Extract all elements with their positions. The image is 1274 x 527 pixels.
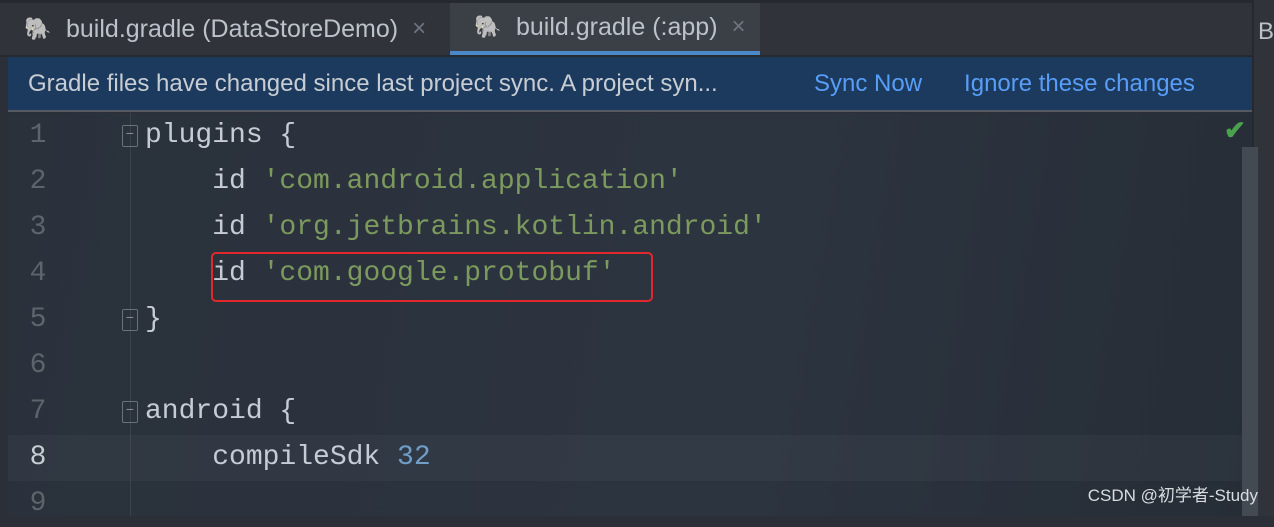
line-number: 3 xyxy=(29,212,47,243)
code-text: id 'org.jetbrains.kotlin.android' xyxy=(145,212,767,243)
ignore-changes-link[interactable]: Ignore these changes xyxy=(964,70,1195,98)
code-line[interactable]: 3 id 'org.jetbrains.kotlin.android' xyxy=(8,205,1252,251)
code-text: } xyxy=(145,304,162,335)
code-line[interactable]: 6 xyxy=(8,343,1252,389)
code-line[interactable]: 7 − android { xyxy=(8,389,1252,435)
tab-build-gradle-project[interactable]: 🐘 build.gradle (DataStoreDemo) × xyxy=(0,3,450,55)
panel-label: B xyxy=(1258,18,1274,45)
line-number: 1 xyxy=(29,120,47,151)
close-icon[interactable]: × xyxy=(732,13,746,41)
code-line[interactable]: 9 xyxy=(8,481,1252,527)
sync-now-link[interactable]: Sync Now xyxy=(814,70,922,98)
fold-icon[interactable]: − xyxy=(122,401,138,423)
fold-icon[interactable]: − xyxy=(122,125,138,147)
gradle-elephant-icon: 🐘 xyxy=(24,16,52,41)
code-text: compileSdk 32 xyxy=(145,442,431,473)
fold-icon[interactable]: − xyxy=(122,309,138,331)
editor-tab-bar: 🐘 build.gradle (DataStoreDemo) × 🐘 build… xyxy=(0,0,1274,57)
close-icon[interactable]: × xyxy=(412,15,426,43)
tab-build-gradle-app[interactable]: 🐘 build.gradle (:app) × xyxy=(450,3,760,55)
line-number: 8 xyxy=(29,442,47,473)
sync-notification-banner: Gradle files have changed since last pro… xyxy=(8,57,1252,112)
watermark: CSDN @初学者-Study xyxy=(1087,486,1258,505)
code-text: android { xyxy=(145,396,297,427)
highlight-box xyxy=(211,252,653,302)
check-icon[interactable]: ✔ xyxy=(1224,115,1246,146)
code-line[interactable]: 1 − plugins { xyxy=(8,113,1252,159)
line-number: 5 xyxy=(29,304,47,335)
line-number: 6 xyxy=(29,350,47,381)
line-number: 7 xyxy=(29,396,47,427)
banner-message: Gradle files have changed since last pro… xyxy=(28,69,718,97)
code-text: id 'com.android.application' xyxy=(145,166,683,197)
tab-label: build.gradle (DataStoreDemo) xyxy=(66,14,399,43)
line-number: 4 xyxy=(29,258,47,289)
line-number: 9 xyxy=(29,488,47,519)
tab-label: build.gradle (:app) xyxy=(516,12,718,41)
code-line[interactable]: 8 compileSdk 32 xyxy=(8,435,1252,481)
code-line[interactable]: 2 id 'com.android.application' xyxy=(8,159,1252,205)
line-number: 2 xyxy=(29,166,47,197)
gradle-elephant-icon: 🐘 xyxy=(474,14,502,39)
vertical-scrollbar[interactable] xyxy=(1242,147,1258,516)
code-text: plugins { xyxy=(145,120,297,151)
code-editor[interactable]: 1− plugins {2 id 'com.android.application… xyxy=(8,113,1258,519)
code-line[interactable]: 5 −} xyxy=(8,297,1252,343)
